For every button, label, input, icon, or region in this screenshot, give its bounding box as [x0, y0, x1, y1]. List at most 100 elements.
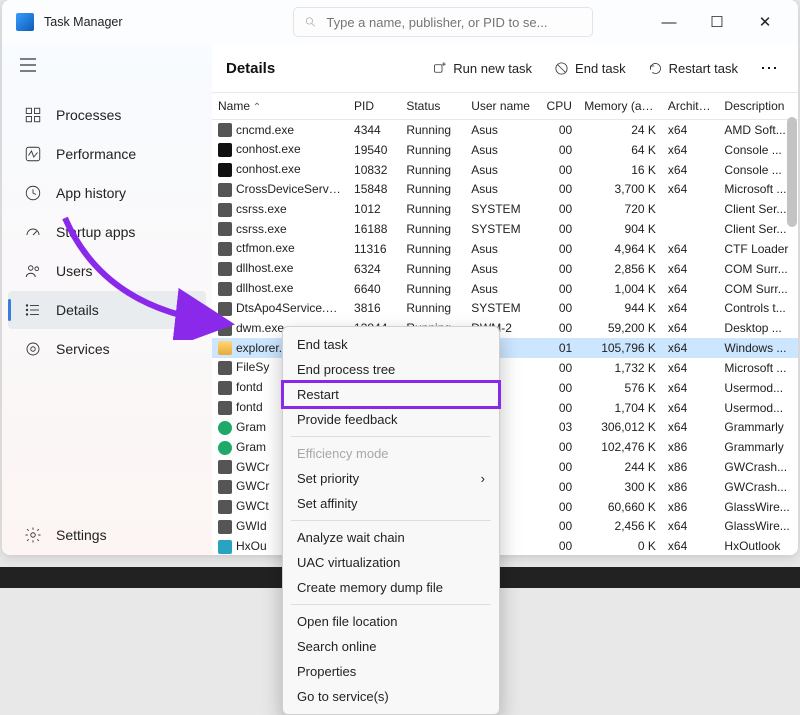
- table-row[interactable]: conhost.exe19540RunningAsus0064 Kx64Cons…: [212, 140, 798, 160]
- process-icon: [218, 540, 232, 554]
- sidebar-item-details[interactable]: Details: [8, 291, 206, 329]
- window-controls: — ☐ ✕: [654, 7, 790, 37]
- menu-item-provide-feedback[interactable]: Provide feedback: [283, 407, 499, 432]
- column-header[interactable]: Status: [400, 93, 465, 120]
- search-input-container[interactable]: [293, 7, 593, 37]
- chevron-right-icon: ›: [481, 471, 485, 486]
- column-header[interactable]: Architec...: [662, 93, 719, 120]
- process-icon: [218, 322, 232, 336]
- menu-separator: [291, 520, 491, 521]
- nav-label: Services: [56, 341, 110, 357]
- process-icon: [218, 480, 232, 494]
- sidebar-item-users[interactable]: Users: [8, 252, 206, 290]
- process-icon: [218, 401, 232, 415]
- scrollbar-thumb[interactable]: [787, 117, 797, 227]
- process-icon: [218, 143, 232, 157]
- process-icon: [218, 361, 232, 375]
- process-icon: [218, 222, 232, 236]
- gear-icon: [24, 526, 42, 544]
- table-row[interactable]: DtsApo4Service.exe3816RunningSYSTEM00944…: [212, 298, 798, 318]
- maximize-button[interactable]: ☐: [702, 7, 732, 37]
- column-header-row[interactable]: NamePIDStatusUser nameCPUMemory (ac...Ar…: [212, 93, 798, 120]
- table-row[interactable]: dllhost.exe6640RunningAsus001,004 Kx64CO…: [212, 279, 798, 299]
- sidebar-item-startup-apps[interactable]: Startup apps: [8, 213, 206, 251]
- table-row[interactable]: CrossDeviceService.e...15848RunningAsus0…: [212, 179, 798, 199]
- menu-item-efficiency-mode: Efficiency mode: [283, 441, 499, 466]
- close-button[interactable]: ✕: [750, 7, 780, 37]
- table-row[interactable]: csrss.exe1012RunningSYSTEM00720 KClient …: [212, 199, 798, 219]
- table-row[interactable]: ctfmon.exe11316RunningAsus004,964 Kx64CT…: [212, 239, 798, 259]
- column-header[interactable]: User name: [465, 93, 540, 120]
- menu-item-end-task[interactable]: End task: [283, 332, 499, 357]
- process-icon: [218, 163, 232, 177]
- menu-item-analyze-wait-chain[interactable]: Analyze wait chain: [283, 525, 499, 550]
- menu-separator: [291, 604, 491, 605]
- menu-item-create-memory-dump-file[interactable]: Create memory dump file: [283, 575, 499, 600]
- sidebar-item-services[interactable]: Services: [8, 330, 206, 368]
- process-icon: [218, 341, 232, 355]
- column-header[interactable]: CPU: [541, 93, 579, 120]
- menu-item-go-to-service-s-[interactable]: Go to service(s): [283, 684, 499, 709]
- context-menu: End taskEnd process treeRestartProvide f…: [282, 326, 500, 715]
- menu-item-properties[interactable]: Properties: [283, 659, 499, 684]
- column-header[interactable]: Name: [212, 93, 348, 120]
- hamburger-menu-button[interactable]: [2, 50, 212, 85]
- nav-label: Details: [56, 302, 99, 318]
- menu-item-set-affinity[interactable]: Set affinity: [283, 491, 499, 516]
- menu-item-uac-virtualization[interactable]: UAC virtualization: [283, 550, 499, 575]
- menu-item-open-file-location[interactable]: Open file location: [283, 609, 499, 634]
- grid-icon: [24, 106, 42, 124]
- run-new-task-icon: [432, 61, 447, 76]
- process-icon: [218, 460, 232, 474]
- nav-label: Performance: [56, 146, 136, 162]
- nav-list: Processes Performance App history Startup a…: [2, 95, 212, 369]
- process-icon: [218, 242, 232, 256]
- nav-label: Users: [56, 263, 93, 279]
- column-header[interactable]: Memory (ac...: [578, 93, 662, 120]
- process-icon: [218, 500, 232, 514]
- run-new-task-button[interactable]: Run new task: [428, 57, 536, 80]
- nav-label: App history: [56, 185, 126, 201]
- table-row[interactable]: dllhost.exe6324RunningAsus002,856 Kx64CO…: [212, 259, 798, 279]
- gauge-icon: [24, 223, 42, 241]
- sidebar-item-processes[interactable]: Processes: [8, 96, 206, 134]
- sidebar-item-app-history[interactable]: App history: [8, 174, 206, 212]
- column-header[interactable]: PID: [348, 93, 400, 120]
- sidebar-item-settings[interactable]: Settings: [8, 516, 206, 554]
- nav-label: Startup apps: [56, 224, 135, 240]
- scrollbar-track[interactable]: [786, 93, 798, 555]
- minimize-button[interactable]: —: [654, 7, 684, 37]
- search-icon: [304, 15, 317, 29]
- process-icon: [218, 381, 232, 395]
- menu-item-set-priority[interactable]: Set priority›: [283, 466, 499, 491]
- app-title: Task Manager: [44, 15, 123, 29]
- table-row[interactable]: cncmd.exe4344RunningAsus0024 Kx64AMD Sof…: [212, 120, 798, 140]
- settings-label: Settings: [56, 527, 107, 543]
- page-title: Details: [226, 60, 275, 77]
- users-icon: [24, 262, 42, 280]
- more-options-button[interactable]: ⋯: [756, 58, 784, 79]
- app-icon: [16, 13, 34, 31]
- history-icon: [24, 184, 42, 202]
- end-task-button[interactable]: End task: [550, 57, 630, 80]
- restart-task-button[interactable]: Restart task: [644, 57, 742, 80]
- process-icon: [218, 302, 232, 316]
- sidebar: Processes Performance App history Startup a…: [2, 44, 212, 555]
- sidebar-item-performance[interactable]: Performance: [8, 135, 206, 173]
- nav-label: Processes: [56, 107, 121, 123]
- end-task-icon: [554, 61, 569, 76]
- process-icon: [218, 282, 232, 296]
- activity-icon: [24, 145, 42, 163]
- list-icon: [24, 301, 42, 319]
- menu-item-restart[interactable]: Restart: [283, 382, 499, 407]
- process-icon: [218, 123, 232, 137]
- menu-item-search-online[interactable]: Search online: [283, 634, 499, 659]
- restart-icon: [648, 61, 663, 76]
- table-row[interactable]: csrss.exe16188RunningSYSTEM00904 KClient…: [212, 219, 798, 239]
- menu-item-end-process-tree[interactable]: End process tree: [283, 357, 499, 382]
- titlebar: Task Manager — ☐ ✕: [2, 0, 798, 44]
- process-icon: [218, 441, 232, 455]
- search-input[interactable]: [326, 15, 581, 30]
- table-row[interactable]: conhost.exe10832RunningAsus0016 Kx64Cons…: [212, 160, 798, 180]
- process-icon: [218, 520, 232, 534]
